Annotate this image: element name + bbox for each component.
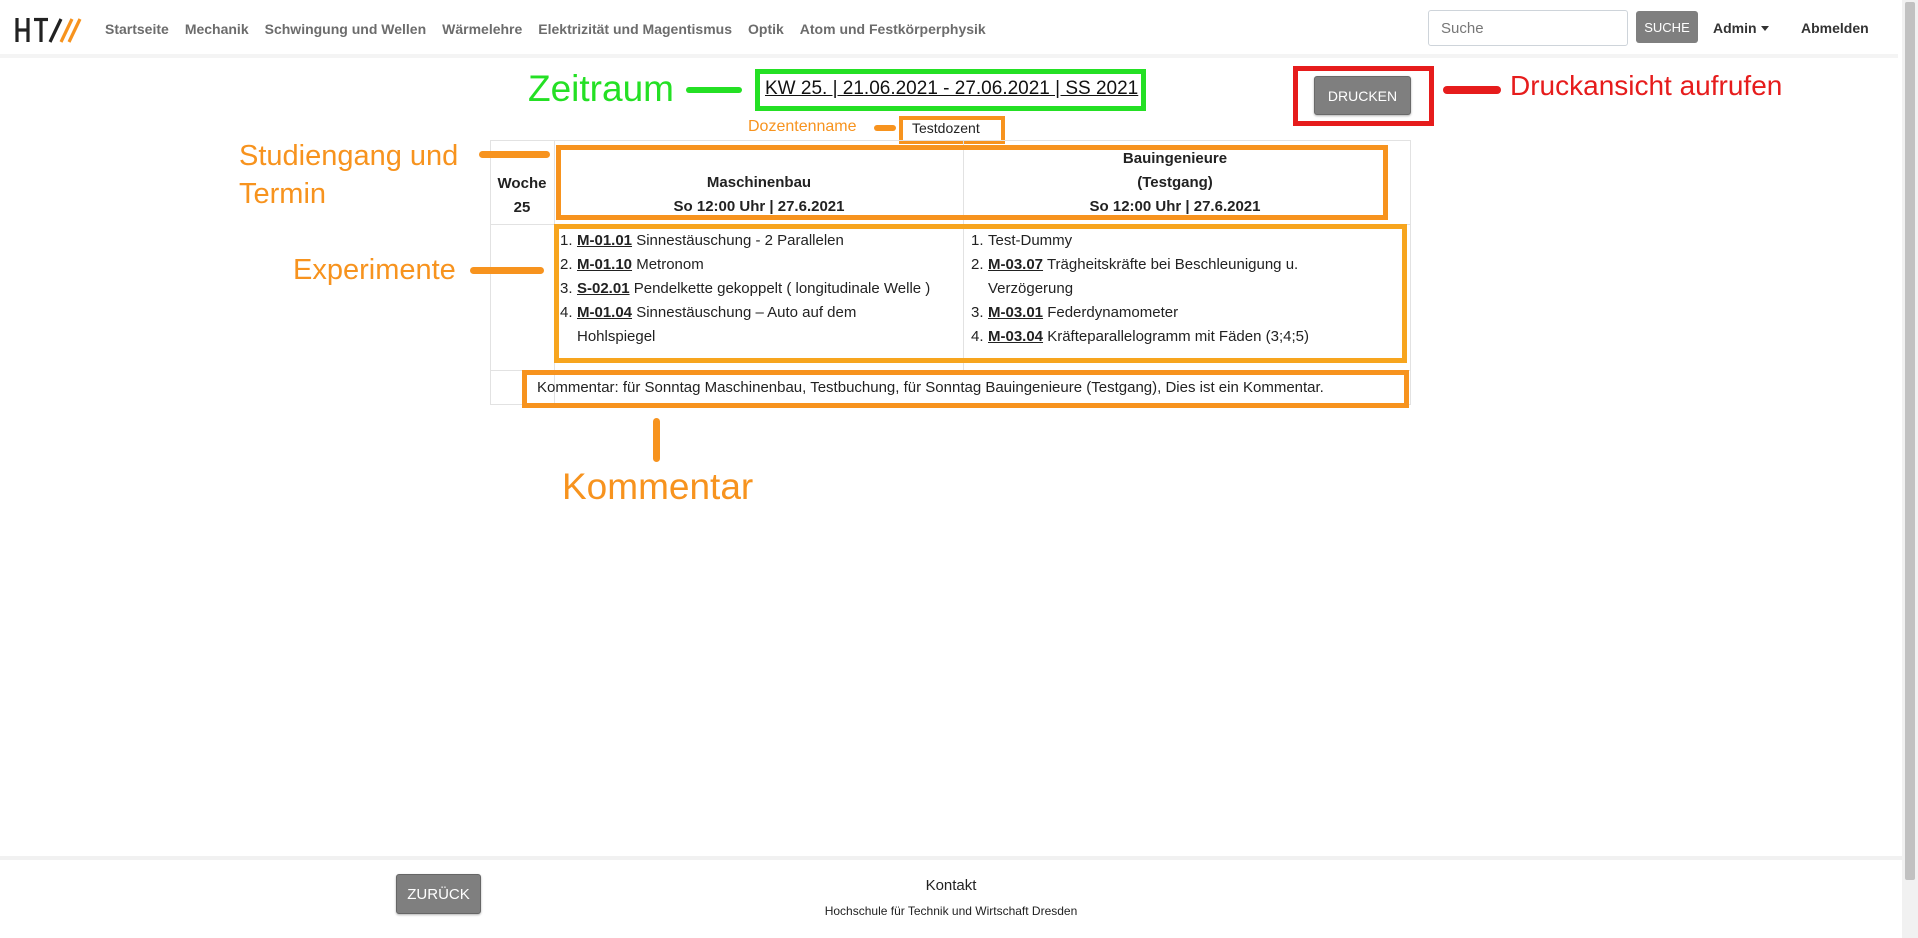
list-item: 2. M-01.10 Metronom xyxy=(560,253,960,277)
experiment-list-maschinenbau: 1. M-01.01 Sinnestäuschung - 2 Parallele… xyxy=(560,229,960,349)
annotation-connector-dozent xyxy=(874,125,896,131)
annotation-studiengang: Studiengang und Termin xyxy=(239,137,458,213)
item-number: 3. xyxy=(971,304,984,321)
experiment-title: Sinnestäuschung - 2 Parallelen xyxy=(636,232,844,249)
annotation-connector-studiengang xyxy=(479,151,550,158)
annotation-zeitraum: Zeitraum xyxy=(528,68,674,109)
nav-link-startseite[interactable]: Startseite xyxy=(105,21,169,37)
experiment-code-link[interactable]: M-03.01 xyxy=(988,304,1043,321)
column-header-maschinenbau: Maschinenbau So 12:00 Uhr | 27.6.2021 xyxy=(556,147,962,219)
experiment-list-bauingenieure: 1. Test-Dummy 2. M-03.07 Trägheitskräfte… xyxy=(971,229,1351,349)
column-header-bauingenieure: Bauingenieure (Testgang) So 12:00 Uhr | … xyxy=(965,147,1385,219)
list-item: 1. Test-Dummy xyxy=(971,229,1351,253)
experiment-title: Test-Dummy xyxy=(988,232,1073,249)
search-input[interactable] xyxy=(1428,10,1628,46)
item-number: 1. xyxy=(971,232,984,249)
annotation-kommentar: Kommentar xyxy=(562,466,754,507)
item-number: 2. xyxy=(560,256,573,273)
week-cell: Woche 25 xyxy=(492,172,552,220)
experiment-title: Kräfteparallelogramm mit Fäden (3;4;5) xyxy=(1047,328,1309,345)
experiment-code-link[interactable]: M-01.04 xyxy=(577,304,632,321)
top-navbar: Startseite Mechanik Schwingung und Welle… xyxy=(0,0,1898,58)
annotation-druckansicht: Druckansicht aufrufen xyxy=(1510,70,1783,101)
main-nav: Startseite Mechanik Schwingung und Welle… xyxy=(105,21,1002,37)
item-number: 1. xyxy=(560,232,573,249)
nav-link-atom-und-festkoerperphysik[interactable]: Atom und Festkörperphysik xyxy=(800,21,986,37)
annotation-connector-print xyxy=(1443,86,1501,94)
annotation-connector-experimente xyxy=(470,267,544,274)
caret-down-icon xyxy=(1760,26,1769,31)
experiment-title: Metronom xyxy=(636,256,704,273)
comment-text: Kommentar: für Sonntag Maschinenbau, Tes… xyxy=(537,379,1324,396)
zeitraum-link[interactable]: KW 25. | 21.06.2021 - 27.06.2021 | SS 20… xyxy=(765,78,1138,100)
nav-link-mechanik[interactable]: Mechanik xyxy=(185,21,249,37)
experiment-code-link[interactable]: M-03.04 xyxy=(988,328,1043,345)
nav-link-waermelehre[interactable]: Wärmelehre xyxy=(442,21,522,37)
footer xyxy=(0,856,1902,938)
experiment-title: Pendelkette gekoppelt ( longitudinale We… xyxy=(633,280,931,297)
annotation-connector-kommentar xyxy=(653,418,660,462)
scrollbar-thumb[interactable] xyxy=(1905,2,1915,880)
experiment-code-link[interactable]: S-02.01 xyxy=(577,280,630,297)
item-number: 3. xyxy=(560,280,573,297)
list-item: 4. M-01.04 Sinnestäuschung – Auto auf de… xyxy=(560,301,960,349)
week-number: 25 xyxy=(513,199,531,216)
nav-link-optik[interactable]: Optik xyxy=(748,21,784,37)
admin-label: Admin xyxy=(1713,20,1757,36)
list-item: 4. M-03.04 Kräfteparallelogramm mit Fäde… xyxy=(971,325,1351,349)
column-name-sub: (Testgang) xyxy=(1137,174,1213,191)
item-number: 2. xyxy=(971,256,984,273)
experiment-code-link[interactable]: M-03.07 xyxy=(988,256,1043,273)
column-termin: So 12:00 Uhr | 27.6.2021 xyxy=(1089,198,1261,215)
institution-name: Hochschule für Technik und Wirtschaft Dr… xyxy=(824,904,1078,918)
nav-link-elektrizitaet[interactable]: Elektrizität und Magentismus xyxy=(538,21,732,37)
annotation-experimente: Experimente xyxy=(293,254,456,286)
print-button[interactable]: DRUCKEN xyxy=(1314,76,1411,115)
dozent-name: Testdozent xyxy=(912,120,980,136)
item-number: 4. xyxy=(971,328,984,345)
logout-link[interactable]: Abmelden xyxy=(1801,20,1869,36)
search-button[interactable]: SUCHE xyxy=(1636,11,1698,43)
nav-link-schwingung-und-wellen[interactable]: Schwingung und Wellen xyxy=(265,21,427,37)
list-item: 3. M-03.01 Federdynamometer xyxy=(971,301,1351,325)
list-item: 1. M-01.01 Sinnestäuschung - 2 Parallele… xyxy=(560,229,960,253)
column-termin: So 12:00 Uhr | 27.6.2021 xyxy=(673,198,845,215)
column-name: Maschinenbau xyxy=(706,174,812,191)
annotation-studiengang-line1: Studiengang und xyxy=(239,140,459,172)
htw-logo[interactable] xyxy=(14,16,82,44)
list-item: 2. M-03.07 Trägheitskräfte bei Beschleun… xyxy=(971,253,1351,301)
experiment-code-link[interactable]: M-01.01 xyxy=(577,232,632,249)
list-item: 3. S-02.01 Pendelkette gekoppelt ( longi… xyxy=(560,277,960,301)
admin-dropdown[interactable]: Admin xyxy=(1713,20,1769,36)
column-name: Bauingenieure xyxy=(1122,150,1228,167)
experiment-title: Federdynamometer xyxy=(1047,304,1179,321)
annotation-dozentenname: Dozentenname xyxy=(748,118,857,135)
item-number: 4. xyxy=(560,304,573,321)
annotation-connector-zeitraum xyxy=(686,87,742,93)
column-name-line xyxy=(556,147,962,171)
week-label: Woche xyxy=(497,175,547,192)
experiment-code-link[interactable]: M-01.10 xyxy=(577,256,632,273)
kontakt-link[interactable]: Kontakt xyxy=(0,877,1902,894)
annotation-studiengang-line2: Termin xyxy=(239,178,327,210)
